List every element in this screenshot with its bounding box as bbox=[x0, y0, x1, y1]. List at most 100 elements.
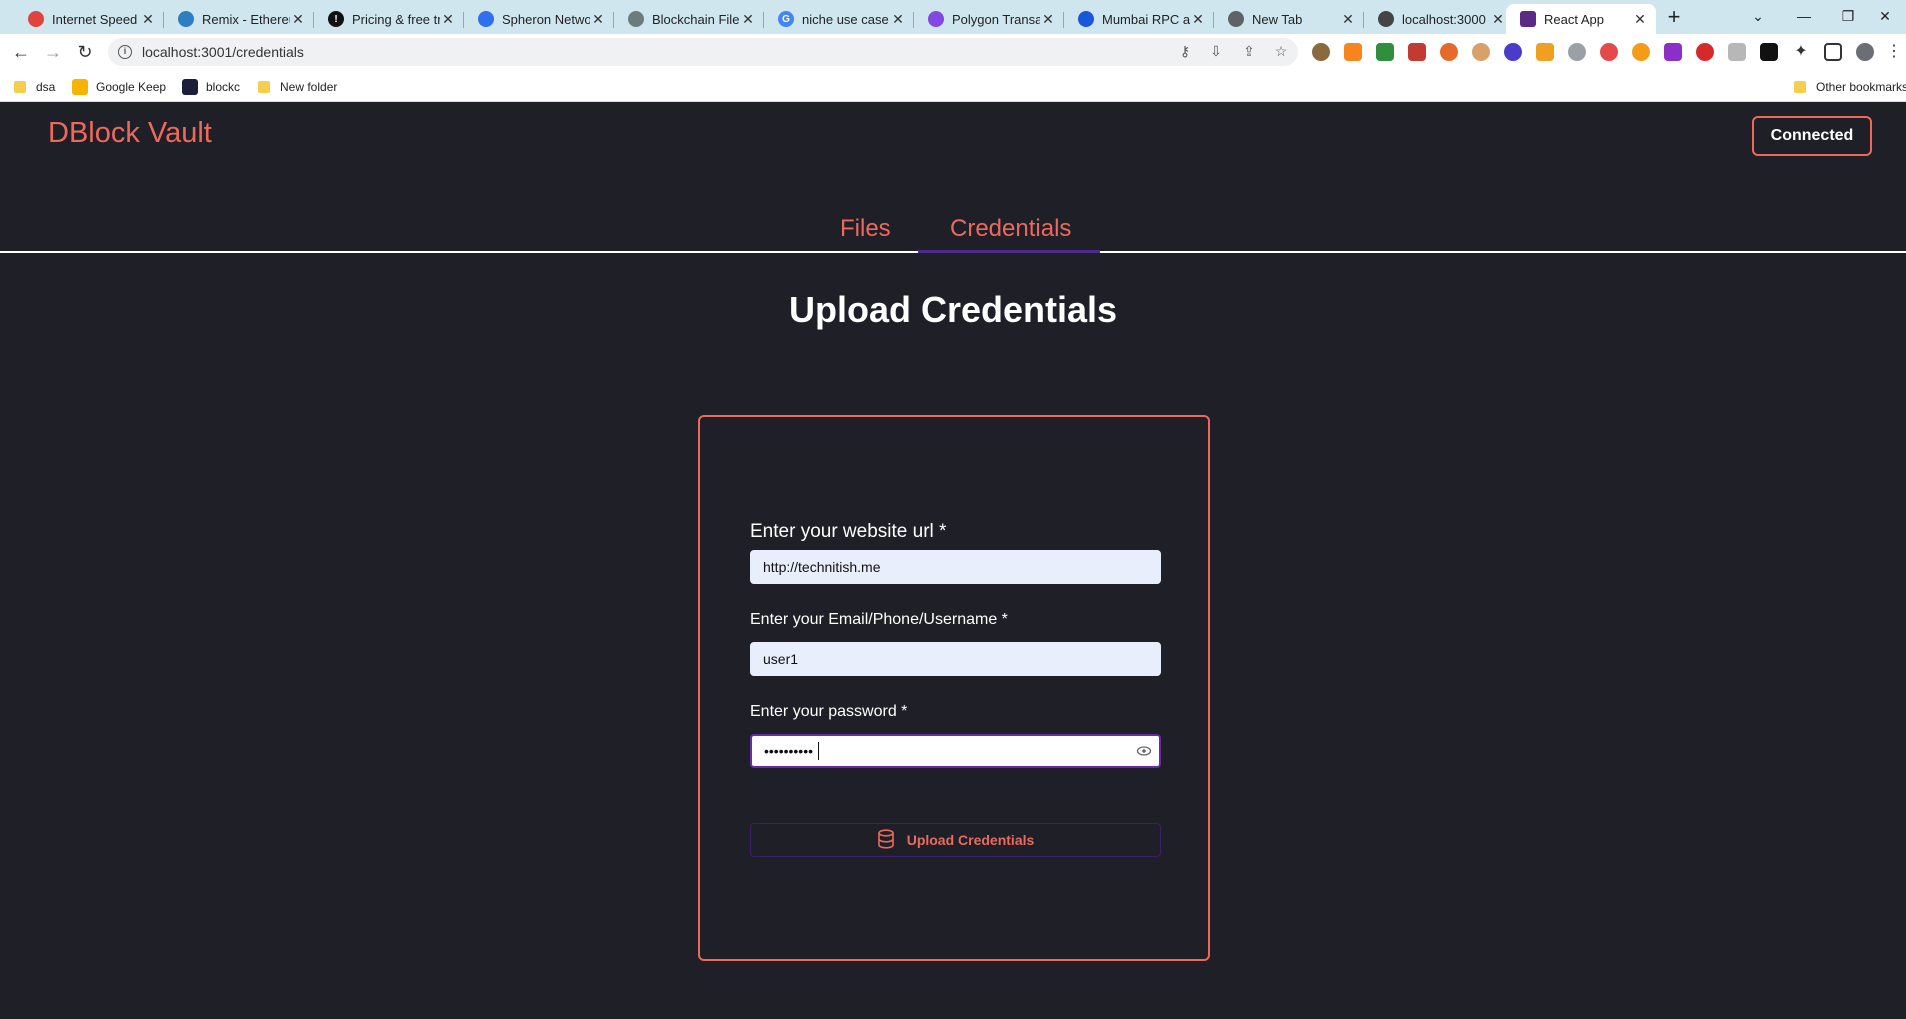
extension-orange-icon[interactable] bbox=[1440, 43, 1458, 61]
extension-cookie-icon[interactable] bbox=[1312, 43, 1330, 61]
browser-tab-title: localhost:3000 bbox=[1402, 11, 1486, 27]
browser-tab-remix[interactable]: Remix - Ethereu ✕ bbox=[164, 4, 314, 34]
blockc-icon bbox=[182, 79, 198, 95]
close-tab-icon[interactable]: ✕ bbox=[140, 11, 156, 28]
profile-avatar-icon[interactable] bbox=[1856, 43, 1874, 61]
bookmark-label: dsa bbox=[36, 80, 56, 94]
close-tab-icon[interactable]: ✕ bbox=[290, 11, 306, 28]
upload-credentials-button[interactable]: Upload Credentials bbox=[750, 823, 1161, 857]
new-tab-button[interactable]: + bbox=[1660, 6, 1688, 30]
credentials-form-card: Enter your website url * Enter your Emai… bbox=[698, 415, 1210, 961]
bookmark-new-folder[interactable]: New folder bbox=[258, 78, 337, 96]
page-title: Upload Credentials bbox=[788, 289, 1118, 330]
metamask-extension-icon[interactable] bbox=[1344, 43, 1362, 61]
section-tabs: Files Credentials bbox=[0, 103, 1906, 253]
close-tab-icon[interactable]: ✕ bbox=[590, 11, 606, 28]
close-tab-icon[interactable]: ✕ bbox=[1040, 11, 1056, 28]
close-tab-icon[interactable]: ✕ bbox=[440, 11, 456, 28]
close-tab-icon[interactable]: ✕ bbox=[1490, 11, 1506, 28]
reload-icon[interactable]: ↻ bbox=[73, 40, 97, 64]
folder-icon bbox=[14, 81, 26, 93]
browser-tab-mumbai-rpc[interactable]: Mumbai RPC an ✕ bbox=[1064, 4, 1214, 34]
active-tab-indicator bbox=[918, 250, 1100, 253]
browser-tab-pricing[interactable]: ! Pricing & free tr ✕ bbox=[314, 4, 464, 34]
tab-files[interactable]: Files bbox=[840, 215, 891, 243]
browser-tab-title: Remix - Ethereu bbox=[202, 11, 290, 27]
close-tab-icon[interactable]: ✕ bbox=[1190, 11, 1206, 28]
browser-tab-react-app[interactable]: React App ✕ bbox=[1506, 4, 1656, 34]
bookmark-other-bookmarks[interactable]: Other bookmarks bbox=[1794, 78, 1906, 96]
browser-tab-title: Polygon Transa bbox=[952, 11, 1040, 27]
app-root: DBlock Vault Connected Files Credentials… bbox=[0, 103, 1906, 1019]
pricing-favicon-icon: ! bbox=[328, 11, 344, 27]
install-app-icon[interactable]: ⇩ bbox=[1207, 42, 1225, 60]
extension-light-icon[interactable] bbox=[1728, 43, 1746, 61]
browser-tab-title: New Tab bbox=[1252, 11, 1303, 27]
close-tab-icon[interactable]: ✕ bbox=[740, 11, 756, 28]
folder-icon bbox=[1794, 81, 1806, 93]
back-icon[interactable]: ← bbox=[9, 40, 33, 64]
browser-tab-localhost-3000[interactable]: localhost:3000 ✕ bbox=[1364, 4, 1514, 34]
address-bar-url[interactable]: localhost:3001/credentials bbox=[142, 44, 304, 60]
extension-gray-icon[interactable] bbox=[1568, 43, 1586, 61]
share-icon[interactable]: ⇪ bbox=[1240, 42, 1258, 60]
bookmark-google-keep[interactable]: Google Keep bbox=[72, 78, 166, 96]
bookmark-label: New folder bbox=[280, 80, 338, 94]
upload-credentials-label: Upload Credentials bbox=[906, 832, 1035, 848]
minimize-window-icon[interactable]: — bbox=[1782, 4, 1826, 28]
spheron-favicon-icon bbox=[478, 11, 494, 27]
extension-red-icon[interactable] bbox=[1408, 43, 1426, 61]
close-tab-icon[interactable]: ✕ bbox=[1632, 11, 1648, 28]
browser-tab-new-tab[interactable]: New Tab ✕ bbox=[1214, 4, 1364, 34]
close-window-icon[interactable]: ✕ bbox=[1864, 4, 1906, 28]
browser-tab-internet-speed[interactable]: Internet Speed T ✕ bbox=[14, 4, 164, 34]
side-panel-icon[interactable] bbox=[1824, 43, 1842, 61]
extension-green-icon[interactable] bbox=[1376, 43, 1394, 61]
show-password-eye-icon[interactable] bbox=[1136, 743, 1152, 759]
password-field-label: Enter your password * bbox=[750, 703, 908, 720]
extension-violet-icon[interactable] bbox=[1664, 43, 1682, 61]
extension-purple-icon[interactable] bbox=[1504, 43, 1522, 61]
puzzle-extensions-icon[interactable]: ✦ bbox=[1792, 43, 1810, 61]
browser-tab-title: Internet Speed T bbox=[52, 11, 140, 27]
extension-sun-icon[interactable] bbox=[1632, 43, 1650, 61]
browser-tab-title: Spheron Netwo bbox=[502, 11, 590, 27]
remix-favicon-icon bbox=[178, 11, 194, 27]
extension-yellow-icon[interactable] bbox=[1536, 43, 1554, 61]
browser-tab-blockchain-file[interactable]: Blockchain File ✕ bbox=[614, 4, 764, 34]
extension-red-circle-icon[interactable] bbox=[1696, 43, 1714, 61]
forward-icon[interactable]: → bbox=[41, 40, 65, 64]
keep-icon bbox=[72, 79, 88, 95]
bookmark-label: blockc bbox=[206, 80, 241, 94]
bookmarks-bar: dsa Google Keep blockc New folder Other … bbox=[0, 70, 1906, 102]
bookmark-star-icon[interactable]: ☆ bbox=[1272, 42, 1290, 60]
browser-tab-title: niche use case bbox=[802, 11, 889, 27]
browser-tab-polygon[interactable]: Polygon Transa ✕ bbox=[914, 4, 1064, 34]
website-url-input[interactable] bbox=[750, 550, 1161, 584]
bookmark-dsa[interactable]: dsa bbox=[14, 78, 55, 96]
tab-search-icon[interactable]: ⌄ bbox=[1736, 4, 1780, 28]
close-tab-icon[interactable]: ✕ bbox=[890, 11, 906, 28]
username-input[interactable] bbox=[750, 642, 1161, 676]
browser-tab-strip: Internet Speed T ✕ Remix - Ethereu ✕ ! P… bbox=[0, 0, 1906, 34]
browser-tab-spheron[interactable]: Spheron Netwo ✕ bbox=[464, 4, 614, 34]
react-app-favicon-icon bbox=[1520, 11, 1536, 27]
password-input[interactable] bbox=[750, 734, 1161, 768]
address-bar[interactable]: i localhost:3001/credentials bbox=[108, 38, 1298, 66]
extension-tan-icon[interactable] bbox=[1472, 43, 1490, 61]
bookmark-blockc[interactable]: blockc bbox=[182, 78, 240, 96]
browser-tab-title: Blockchain File bbox=[652, 11, 740, 27]
site-info-icon[interactable]: i bbox=[118, 45, 132, 59]
bookmark-label: Other bookmarks bbox=[1816, 80, 1906, 94]
chrome-menu-icon[interactable]: ⋮ bbox=[1886, 43, 1902, 61]
bookmark-label: Google Keep bbox=[96, 80, 167, 94]
password-key-icon[interactable]: ⚷ bbox=[1176, 42, 1194, 60]
browser-tab-title: React App bbox=[1544, 11, 1604, 27]
tab-credentials[interactable]: Credentials bbox=[950, 215, 1071, 243]
browser-toolbar: ← → ↻ i localhost:3001/credentials ⚷ ⇩ ⇪… bbox=[0, 34, 1906, 70]
extension-color-wheel-icon[interactable] bbox=[1600, 43, 1618, 61]
browser-tab-niche-use-case[interactable]: G niche use case ✕ bbox=[764, 4, 914, 34]
chatgpt-favicon-icon bbox=[628, 11, 644, 27]
extension-dark-icon[interactable] bbox=[1760, 43, 1778, 61]
close-tab-icon[interactable]: ✕ bbox=[1340, 11, 1356, 28]
